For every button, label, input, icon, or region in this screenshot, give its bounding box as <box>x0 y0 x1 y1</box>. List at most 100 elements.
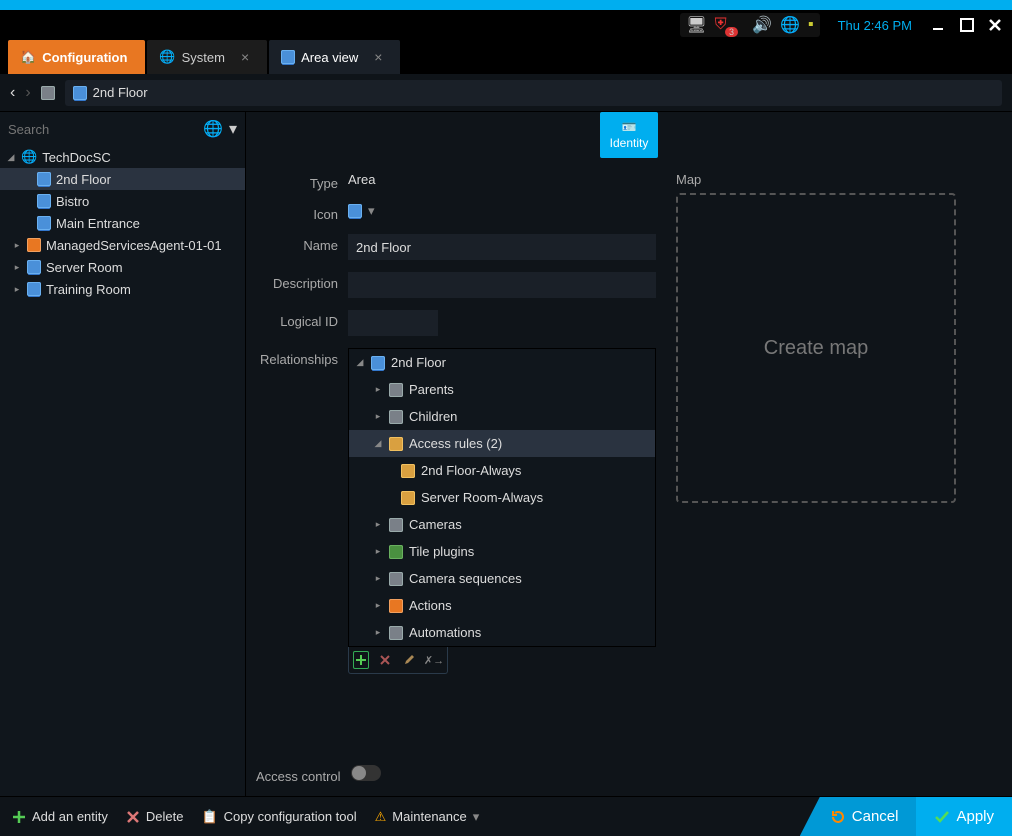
rel-label: Server Room-Always <box>421 490 543 505</box>
rel-label: Actions <box>409 598 452 613</box>
tree-item-2nd-floor[interactable]: 2nd Floor <box>0 168 245 190</box>
area-icon <box>348 204 362 218</box>
rel-children[interactable]: ▸ Children <box>349 403 655 430</box>
rel-label: 2nd Floor-Always <box>421 463 521 478</box>
tree-label: 2nd Floor <box>56 172 111 187</box>
button-label: Copy configuration tool <box>224 809 357 824</box>
minimize-button[interactable] <box>930 16 948 34</box>
refresh-icon[interactable]: 🌐 <box>203 119 223 139</box>
close-icon[interactable]: × <box>241 49 249 65</box>
delete-relationship-button[interactable] <box>377 651 393 669</box>
globe-icon: 🌐 <box>159 49 175 65</box>
content-pane: 🪪 Identity Type Area Icon ▾ <box>246 112 1012 796</box>
action-icon <box>389 599 403 613</box>
breadcrumb-text: 2nd Floor <box>93 85 148 100</box>
list-icon[interactable] <box>41 86 55 100</box>
edit-relationship-button[interactable] <box>401 651 417 669</box>
tab-configuration[interactable]: 🏠 Configuration <box>8 40 145 74</box>
rel-label: Parents <box>409 382 454 397</box>
tree-item-managed-services[interactable]: ▸ ManagedServicesAgent-01-01 <box>0 234 245 256</box>
tab-area-view[interactable]: Area view × <box>269 40 400 74</box>
breadcrumb[interactable]: 2nd Floor <box>65 80 1002 106</box>
description-input[interactable] <box>348 272 656 298</box>
breadcrumb-toolbar: ‹ › 2nd Floor <box>0 74 1012 112</box>
icon-dropdown[interactable]: ▾ <box>348 203 656 219</box>
tree-label: Training Room <box>46 282 131 297</box>
access-control-toggle[interactable] <box>351 765 381 781</box>
tab-system[interactable]: 🌐 System × <box>147 40 267 74</box>
area-icon <box>73 86 87 100</box>
rel-label: Cameras <box>409 517 462 532</box>
rel-parents[interactable]: ▸ Parents <box>349 376 655 403</box>
rel-actions[interactable]: ▸ Actions <box>349 592 655 619</box>
plugin-icon <box>27 238 41 252</box>
bottom-bar: Add an entity Delete 📋 Copy configuratio… <box>0 796 1012 836</box>
tree-item-training-room[interactable]: ▸ Training Room <box>0 278 245 300</box>
globe-icon[interactable]: 🌐 <box>780 15 800 35</box>
volume-icon[interactable]: 🔊 <box>752 15 772 35</box>
logical-id-input[interactable] <box>348 310 438 336</box>
create-map-button[interactable]: Create map <box>676 193 956 503</box>
sidebar: 🌐 ▾ ◢ 🌐 TechDocSC 2nd Floor Bistro <box>0 112 246 796</box>
rel-root[interactable]: ◢ 2nd Floor <box>349 349 655 376</box>
tray-icon: 🖥 <box>686 15 706 35</box>
close-icon[interactable]: × <box>374 49 382 65</box>
tree-item-main-entrance[interactable]: Main Entrance <box>0 212 245 234</box>
close-button[interactable] <box>986 16 1004 34</box>
cancel-button[interactable]: Cancel <box>800 797 917 836</box>
area-icon <box>27 282 41 296</box>
forward-button[interactable]: › <box>25 84 30 102</box>
search-input[interactable] <box>8 122 197 137</box>
maximize-button[interactable] <box>958 16 976 34</box>
tree-label: Server Room <box>46 260 123 275</box>
notification-badge: 3 <box>725 27 738 37</box>
logical-id-label: Logical ID <box>256 310 348 329</box>
button-label: Apply <box>956 808 994 825</box>
rel-tile-plugins[interactable]: ▸ Tile plugins <box>349 538 655 565</box>
automation-icon <box>389 626 403 640</box>
folder-icon <box>389 383 403 397</box>
rel-access-rules[interactable]: ◢ Access rules (2) <box>349 430 655 457</box>
sequence-icon <box>389 572 403 586</box>
tree-root[interactable]: ◢ 🌐 TechDocSC <box>0 146 245 168</box>
copy-config-button[interactable]: 📋 Copy configuration tool <box>201 809 356 825</box>
rel-label: Tile plugins <box>409 544 474 559</box>
rel-automations[interactable]: ▸ Automations <box>349 619 655 646</box>
rel-camera-sequences[interactable]: ▸ Camera sequences <box>349 565 655 592</box>
type-label: Type <box>256 172 348 191</box>
name-input[interactable] <box>348 234 656 260</box>
relationships-toolbar: ✗→ <box>348 647 448 674</box>
back-button[interactable]: ‹ <box>10 84 15 102</box>
tree-label: Main Entrance <box>56 216 140 231</box>
apply-button[interactable]: Apply <box>916 797 1012 836</box>
taskbar-icon[interactable]: ▪ <box>808 16 814 34</box>
add-entity-button[interactable]: Add an entity <box>12 809 108 824</box>
maintenance-button[interactable]: ⚠ Maintenance ▾ <box>375 809 480 825</box>
identity-icon: 🪪 <box>622 120 637 134</box>
tree-item-server-room[interactable]: ▸ Server Room <box>0 256 245 278</box>
system-tray: 🖥 ⛨ 3 🔊 🌐 ▪ <box>680 13 819 37</box>
identity-tab[interactable]: 🪪 Identity <box>600 112 658 158</box>
tab-strip: 🏠 Configuration 🌐 System × Area view × <box>0 40 1012 74</box>
goto-relationship-button[interactable]: ✗→ <box>425 651 443 669</box>
camera-icon <box>389 518 403 532</box>
tree-label: ManagedServicesAgent-01-01 <box>46 238 222 253</box>
tab-label: Configuration <box>42 50 127 65</box>
title-bar: 🖥 ⛨ 3 🔊 🌐 ▪ Thu 2:46 PM <box>0 10 1012 40</box>
clock: Thu 2:46 PM <box>838 18 912 33</box>
area-icon <box>37 194 51 208</box>
chevron-down-icon: ▾ <box>368 203 375 219</box>
name-label: Name <box>256 234 348 253</box>
filter-icon[interactable]: ▾ <box>229 119 237 139</box>
tree-item-bistro[interactable]: Bistro <box>0 190 245 212</box>
globe-icon: 🌐 <box>21 149 37 165</box>
delete-button[interactable]: Delete <box>126 809 184 824</box>
rel-rule-2[interactable]: Server Room-Always <box>349 484 655 511</box>
rel-cameras[interactable]: ▸ Cameras <box>349 511 655 538</box>
rel-rule-1[interactable]: 2nd Floor-Always <box>349 457 655 484</box>
add-relationship-button[interactable] <box>353 651 369 669</box>
identity-label: Identity <box>610 136 649 150</box>
button-label: Add an entity <box>32 809 108 824</box>
map-placeholder: Create map <box>764 337 869 360</box>
map-label: Map <box>676 172 1002 187</box>
